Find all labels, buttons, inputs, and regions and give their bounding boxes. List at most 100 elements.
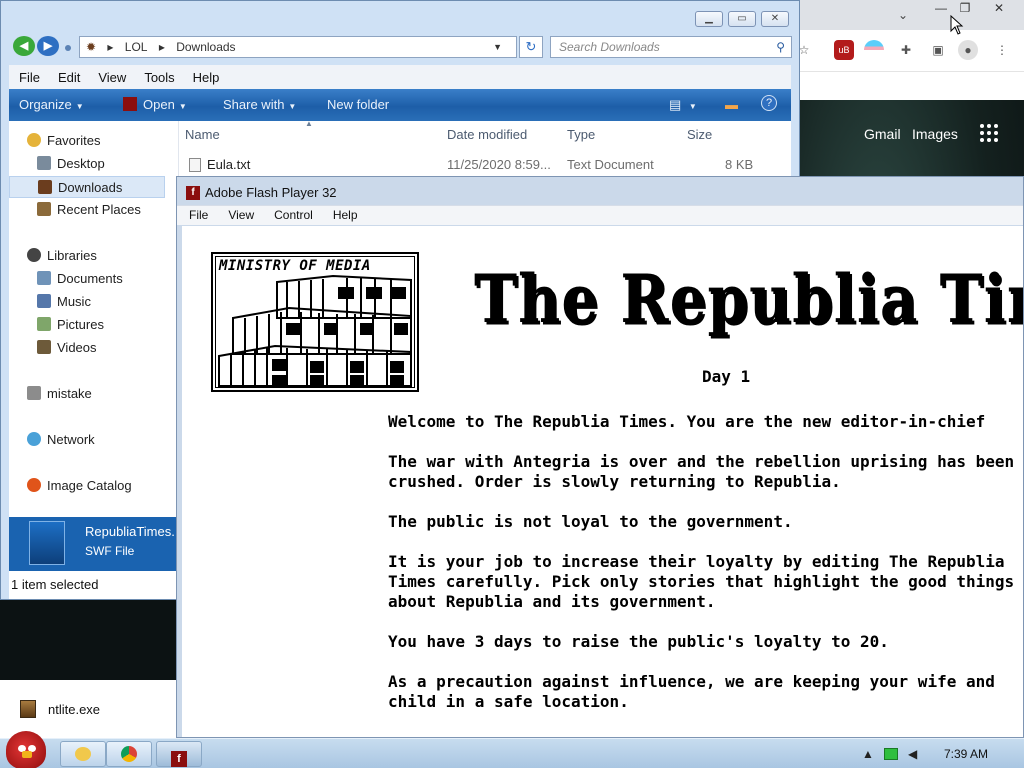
taskbar-clock[interactable]: 7:39 AM xyxy=(944,747,988,761)
refresh-button[interactable]: ↻ xyxy=(519,36,543,58)
volume-icon[interactable]: ◀ xyxy=(908,747,917,761)
restore-icon[interactable]: ❐ xyxy=(950,0,980,16)
nav-network[interactable]: Network xyxy=(27,429,183,451)
close-button[interactable]: ✕ xyxy=(761,11,789,27)
maximize-button[interactable]: ▭ xyxy=(728,11,756,27)
briefing-paragraph: The war with Antegria is over and the re… xyxy=(388,452,1015,491)
new-folder-button[interactable]: New folder xyxy=(327,97,389,112)
nav-label: Music xyxy=(57,294,91,309)
open-button[interactable]: Open ▼ xyxy=(123,97,187,112)
desktop-file-label: ntlite.exe xyxy=(48,702,101,717)
briefing-paragraph: The public is not loyal to the governmen… xyxy=(388,512,793,531)
nav-label: Desktop xyxy=(57,156,105,171)
profile-flag-icon[interactable] xyxy=(864,40,884,60)
command-bar: Organize ▼ Open ▼ Share with ▼ New folder ▤… xyxy=(9,89,791,121)
explorer-taskbar-button[interactable] xyxy=(60,741,106,767)
breadcrumb-lol[interactable]: LOL xyxy=(125,40,148,54)
view-options-icon[interactable]: ▤ ▼ xyxy=(669,97,697,113)
documents-icon xyxy=(37,271,51,285)
account-icon[interactable]: ● xyxy=(958,40,978,60)
window-title: Adobe Flash Player 32 xyxy=(205,185,337,200)
back-button[interactable]: ◀ xyxy=(13,36,35,56)
flash-file-icon xyxy=(123,97,137,111)
column-name[interactable]: Name xyxy=(185,127,220,142)
search-placeholder: Search Downloads xyxy=(559,40,660,54)
column-date-modified[interactable]: Date modified xyxy=(447,127,527,142)
menu-view[interactable]: View xyxy=(88,65,134,85)
google-apps-icon[interactable] xyxy=(980,124,998,142)
chrome-icon xyxy=(121,746,137,762)
menu-help[interactable]: Help xyxy=(183,65,228,85)
search-icon[interactable]: ⚲ xyxy=(776,37,785,57)
nav-mistake[interactable]: mistake xyxy=(27,383,183,405)
menu-file[interactable]: File xyxy=(9,65,48,85)
organize-button[interactable]: Organize ▼ xyxy=(19,97,84,112)
desktop-file-ntlite[interactable]: ntlite.exe xyxy=(0,680,180,738)
ministry-of-media-logo: MINISTRY OF MEDIA xyxy=(211,252,419,392)
breadcrumb-separator-icon[interactable]: ▸ xyxy=(107,40,113,54)
forward-button[interactable]: ▶ xyxy=(37,36,59,56)
nav-desktop[interactable]: Desktop xyxy=(37,153,193,175)
nav-label: Image Catalog xyxy=(47,478,132,493)
nav-documents[interactable]: Documents xyxy=(37,268,193,290)
ministry-building-icon xyxy=(218,274,412,387)
share-with-button[interactable]: Share with ▼ xyxy=(223,97,296,112)
flash-menubar: File View Control Help xyxy=(177,205,1023,225)
address-bar[interactable]: ✹ ▸ LOL ▸ Downloads ▼ xyxy=(79,36,517,58)
nav-favorites[interactable]: Favorites xyxy=(27,130,183,152)
show-hidden-icons-icon[interactable]: ▲ xyxy=(862,747,874,761)
tab-list-chevron-icon[interactable]: ⌄ xyxy=(898,8,908,22)
menu-edit[interactable]: Edit xyxy=(48,65,88,85)
menu-view[interactable]: View xyxy=(216,206,262,222)
start-orb-beak xyxy=(22,751,32,758)
ublock-icon[interactable]: uB xyxy=(834,40,854,60)
nav-label: Favorites xyxy=(47,133,101,148)
side-panel-icon[interactable]: ▣ xyxy=(928,40,948,60)
newspaper-masthead: The Republia Times xyxy=(474,260,1023,339)
recent-pages-dot[interactable] xyxy=(65,45,71,51)
nav-videos[interactable]: Videos xyxy=(37,337,193,359)
file-size: 8 KB xyxy=(725,157,754,172)
column-size[interactable]: Size xyxy=(687,127,712,142)
network-status-icon[interactable] xyxy=(884,748,898,760)
day-counter: Day 1 xyxy=(702,367,751,386)
music-icon xyxy=(37,294,51,308)
nav-music[interactable]: Music xyxy=(37,291,193,313)
nav-libraries[interactable]: Libraries xyxy=(27,245,183,267)
chrome-taskbar-button[interactable] xyxy=(106,741,152,767)
images-link[interactable]: Images xyxy=(912,126,958,142)
help-icon[interactable]: ? xyxy=(761,95,777,111)
swf-file-icon xyxy=(29,521,65,565)
mouse-cursor-icon xyxy=(950,15,964,35)
sort-indicator-icon: ▲ xyxy=(305,119,313,128)
more-icon[interactable]: ⋮ xyxy=(992,40,1012,60)
folder-icon: ✹ xyxy=(86,40,97,54)
recent-places-icon xyxy=(37,202,51,216)
gmail-link[interactable]: Gmail xyxy=(864,126,901,142)
start-button[interactable] xyxy=(6,731,46,768)
close-icon[interactable]: ✕ xyxy=(984,0,1014,16)
nav-label: Recent Places xyxy=(57,202,141,217)
search-input[interactable]: Search Downloads ⚲ xyxy=(550,36,792,58)
nav-image-catalog[interactable]: Image Catalog xyxy=(27,475,183,497)
briefing-paragraph: As a precaution against influence, we ar… xyxy=(388,672,995,711)
minimize-button[interactable]: ▁ xyxy=(695,11,723,27)
address-dropdown-icon[interactable]: ▼ xyxy=(493,37,502,57)
file-row[interactable]: Eula.txt 11/25/2020 8:59... Text Documen… xyxy=(185,155,791,175)
extensions-icon[interactable]: ✚ xyxy=(896,40,916,60)
menu-file[interactable]: File xyxy=(177,206,216,222)
navigation-pane: Favorites Desktop Downloads Recent Place… xyxy=(9,121,179,599)
menu-control[interactable]: Control xyxy=(262,206,321,222)
nav-recent-places[interactable]: Recent Places xyxy=(37,199,193,221)
breadcrumb-separator-icon[interactable]: ▸ xyxy=(159,40,165,54)
nav-downloads[interactable]: Downloads xyxy=(9,176,165,198)
game-stage[interactable]: MINISTRY OF MEDIA The Republia Times Day… xyxy=(182,226,1023,737)
briefing-paragraph: You have 3 days to raise the public's lo… xyxy=(388,632,889,651)
preview-pane-icon[interactable]: ▬ xyxy=(725,97,738,112)
menu-tools[interactable]: Tools xyxy=(134,65,182,85)
breadcrumb-downloads[interactable]: Downloads xyxy=(176,40,235,54)
column-type[interactable]: Type xyxy=(567,127,595,142)
flash-player-taskbar-button[interactable]: f xyxy=(156,741,202,767)
nav-pictures[interactable]: Pictures xyxy=(37,314,193,336)
menu-help[interactable]: Help xyxy=(321,206,366,222)
